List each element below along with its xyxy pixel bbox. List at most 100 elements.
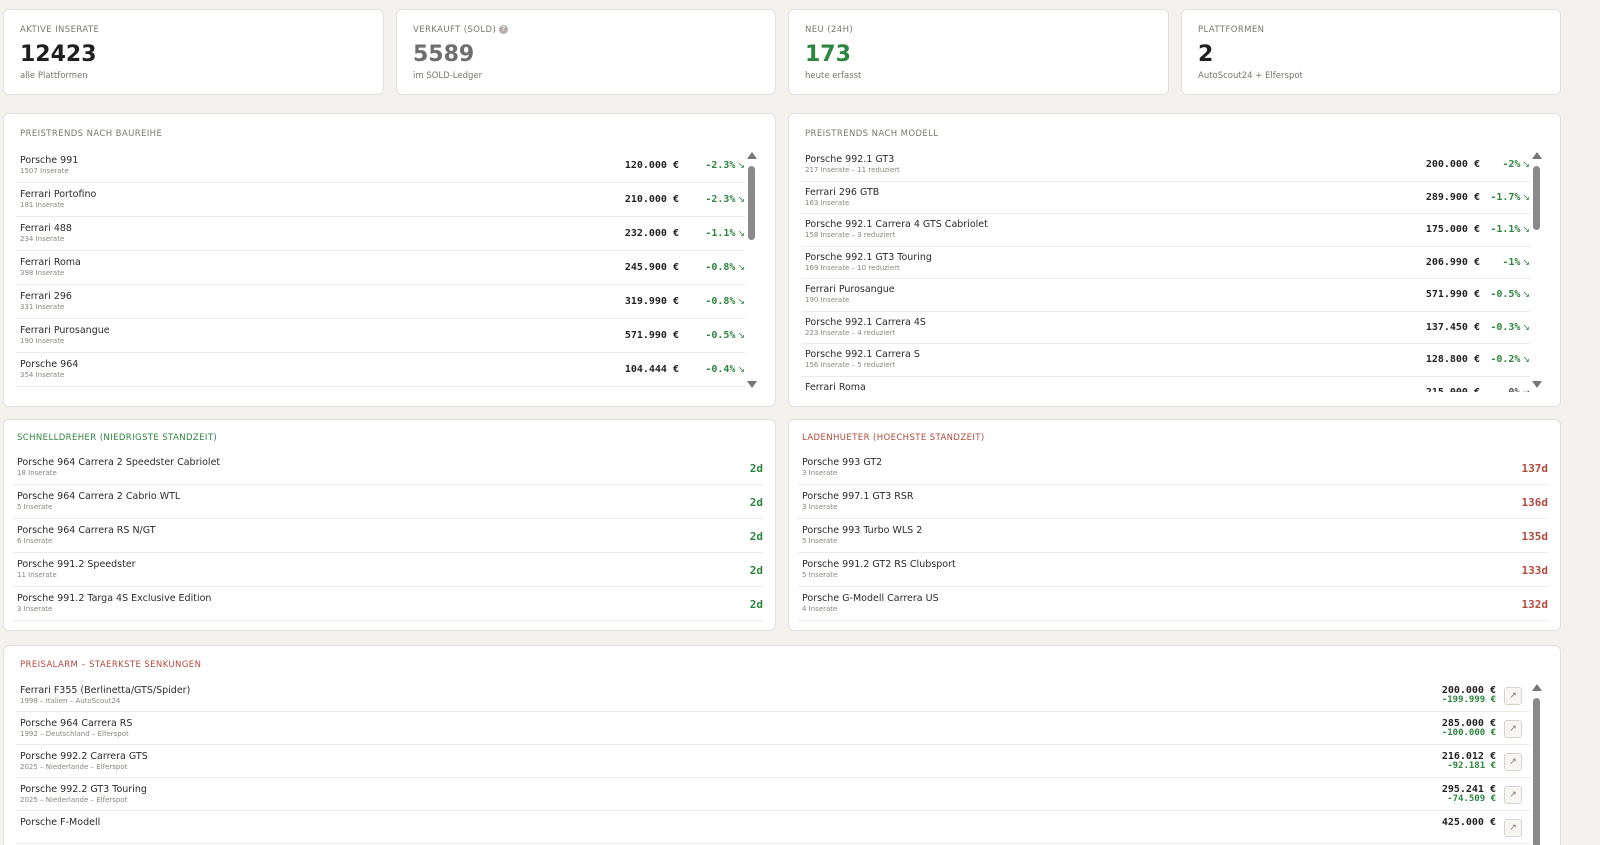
row-sub: 223 Inserate – 4 reduziert [805, 328, 896, 337]
trend-row[interactable]: Ferrari Roma 398 Inserate 245.900 € -0.8% ↘ [16, 251, 745, 285]
list-item: Porsche 993 GT2 3 Inserate 137d [798, 451, 1548, 485]
row-price: 206.990 € [1425, 256, 1480, 268]
row-price: 571.990 € [1425, 289, 1480, 301]
trends-baureihe-list[interactable]: Porsche 991 1507 Inserate 120.000 € -2.3% ↘ F… [16, 149, 745, 389]
scrollbar[interactable] [1531, 684, 1543, 845]
scroll-down-icon[interactable] [1532, 381, 1542, 388]
table-row[interactable]: Porsche 992.2 Carrera GTS 2025 – Niederla… [16, 745, 1530, 778]
kpi-card-verkauft: VERKAUFT (SOLD)? 5589 im SOLD-Ledger [396, 9, 776, 95]
row-sub: 156 Inserate – 5 reduziert [805, 361, 896, 370]
row-sub: 6 Inserate [17, 537, 53, 545]
row-price: 319.990 € [624, 296, 679, 307]
row-change: -2% ↘ [1502, 159, 1530, 170]
row-change: -0.4% ↘ [705, 364, 745, 375]
row-change-value: -2.3% [705, 160, 736, 171]
trend-row[interactable]: Porsche 992.1 GT3 Touring 169 Inserate – … [801, 247, 1530, 279]
row-price: 245.900 € [624, 262, 679, 273]
trend-row[interactable]: Ferrari Purosangue 190 Inserate 571.990 € -… [16, 319, 745, 353]
kpi-sub: alle Plattformen [20, 71, 88, 81]
table-row[interactable]: Porsche F-Modell 425.000 € ↗ [16, 811, 1530, 844]
trend-row[interactable]: Ferrari Portofino 181 Inserate 210.000 € -2… [16, 183, 745, 217]
row-name: Ferrari Portofino [20, 189, 97, 200]
trends-modell-list[interactable]: Porsche 992.1 GT3 217 Inserate – 11 reduz… [801, 149, 1530, 392]
list-item: Porsche 991.2 GT2 RS Clubsport 5 Inserate… [798, 553, 1548, 587]
trend-down-icon: ↘ [1522, 257, 1530, 268]
open-link-icon[interactable]: ↗ [1504, 785, 1522, 804]
row-change: -0.2% ↘ [1490, 354, 1530, 365]
scrollbar[interactable] [1531, 152, 1543, 392]
trend-row[interactable]: Porsche 991 1507 Inserate 120.000 € -2.3% ↘ [16, 149, 745, 183]
kpi-label: NEU (24H) [805, 25, 854, 35]
row-price: 232.000 € [624, 228, 679, 239]
list-item: Porsche 964 Carrera 2 Speedster Cabriole… [13, 451, 763, 485]
table-row[interactable]: Porsche 992.2 GT3 Touring 2025 – Niederla… [16, 778, 1530, 811]
row-delta: -92.181 € [1447, 760, 1496, 771]
schnelldreher-panel: SCHNELLDREHER (NIEDRIGSTE STANDZEIT) Por… [3, 419, 776, 631]
row-price: 571.990 € [624, 330, 679, 341]
row-days: 2d [749, 564, 763, 577]
scroll-thumb[interactable] [1533, 698, 1540, 845]
trend-row[interactable]: Ferrari Roma 215.000 € 0%→ [801, 377, 1530, 392]
row-sub: 1507 Inserate [20, 167, 69, 175]
scroll-thumb[interactable] [1533, 166, 1540, 230]
trend-row[interactable]: Ferrari 488 234 Inserate 232.000 € -1.1% ↘ [16, 217, 745, 251]
ladenhueter-panel: LADENHUETER (HOECHSTE STANDZEIT) Porsche… [788, 419, 1561, 631]
table-row[interactable]: Ferrari F355 (Berlinetta/GTS/Spider) 1998… [16, 679, 1530, 712]
row-price: 200.000 € [1425, 159, 1480, 171]
kpi-value: 173 [805, 42, 851, 67]
row-name: Porsche 964 Carrera 2 Cabrio WTL [17, 491, 181, 502]
row-delta: -199.999 € [1441, 694, 1496, 705]
row-change-value: -0.4% [705, 364, 736, 375]
row-change-value: -0.5% [1490, 289, 1521, 301]
scroll-down-icon[interactable] [747, 381, 757, 388]
row-sub: 18 Inserate [17, 469, 57, 477]
row-name: Porsche 992.1 Carrera S [805, 349, 920, 361]
open-link-icon[interactable]: ↗ [1504, 752, 1522, 771]
trend-down-icon: ↘ [737, 263, 745, 273]
trend-row[interactable]: Porsche 992.1 Carrera 4 GTS Cabriolet 158… [801, 214, 1530, 247]
scroll-thumb[interactable] [748, 166, 755, 240]
info-icon[interactable]: ? [499, 25, 509, 34]
scroll-up-icon[interactable] [1532, 684, 1542, 691]
open-link-icon[interactable]: ↗ [1504, 818, 1522, 837]
row-name: Porsche 991 [20, 155, 79, 166]
trend-row[interactable]: Porsche 992.1 Carrera S 156 Inserate – 5 … [801, 344, 1530, 377]
section-title: PREISTRENDS NACH MODELL [805, 129, 939, 139]
row-name: Porsche 992.1 Carrera 4 GTS Cabriolet [805, 219, 988, 231]
row-sub: 190 Inserate [805, 296, 850, 305]
trend-row[interactable]: Ferrari 296 331 Inserate 319.990 € -0.8% ↘ [16, 285, 745, 319]
row-days: 136d [1521, 496, 1549, 509]
trend-row[interactable]: Ferrari Purosangue 190 Inserate 571.990 € -… [801, 279, 1530, 312]
row-days: 132d [1521, 598, 1549, 611]
row-sub: 2025 – Niederlande – Elferspot [20, 795, 128, 804]
trend-row[interactable]: Porsche 964 354 Inserate 104.444 € -0.4% ↘ [16, 353, 745, 387]
row-sub: 5 Inserate [17, 503, 53, 511]
ladenhueter-list: Porsche 993 GT2 3 Inserate 137d Porsche 997… [798, 451, 1560, 621]
row-sub: 398 Inserate [20, 269, 65, 277]
row-change-value: 0% [1508, 387, 1520, 392]
kpi-label: PLATTFORMEN [1198, 25, 1265, 35]
open-link-icon[interactable]: ↗ [1504, 719, 1522, 738]
row-sub: 3 Inserate [802, 469, 838, 477]
trend-row[interactable]: Ferrari 296 GTB 163 Inserate 289.900 € -1.7… [801, 182, 1530, 214]
scroll-up-icon[interactable] [1532, 152, 1542, 159]
row-name: Porsche 992.2 GT3 Touring [20, 783, 147, 795]
kpi-sub: im SOLD-Ledger [413, 71, 483, 81]
row-change-value: -2.3% [705, 194, 736, 205]
section-title: LADENHUETER (HOECHSTE STANDZEIT) [802, 433, 985, 443]
list-item: Porsche G-Modell Carrera US 4 Inserate 132… [798, 587, 1548, 621]
row-name: Ferrari Roma [805, 381, 866, 392]
row-change-value: -0.8% [705, 262, 736, 273]
trend-row[interactable]: Porsche 992.1 GT3 217 Inserate – 11 reduz… [801, 149, 1530, 182]
row-change: -0.8% ↘ [705, 296, 745, 307]
trend-row[interactable]: Porsche 992.1 Carrera 4S 223 Inserate – 4… [801, 312, 1530, 344]
scrollbar[interactable] [746, 152, 758, 392]
preisalarm-list[interactable]: Ferrari F355 (Berlinetta/GTS/Spider) 1998… [16, 679, 1530, 845]
list-item: Porsche 997.1 GT3 RSR 3 Inserate 136d [798, 485, 1548, 519]
kpi-sub: heute erfasst [805, 71, 862, 81]
scroll-up-icon[interactable] [747, 152, 757, 159]
table-row[interactable]: Porsche 964 Carrera RS 1992 – Deutschland… [16, 712, 1530, 745]
open-link-icon[interactable]: ↗ [1504, 686, 1522, 705]
section-title: PREISTRENDS NACH BAUREIHE [20, 129, 163, 139]
row-change: -1.7% ↘ [1490, 192, 1530, 203]
